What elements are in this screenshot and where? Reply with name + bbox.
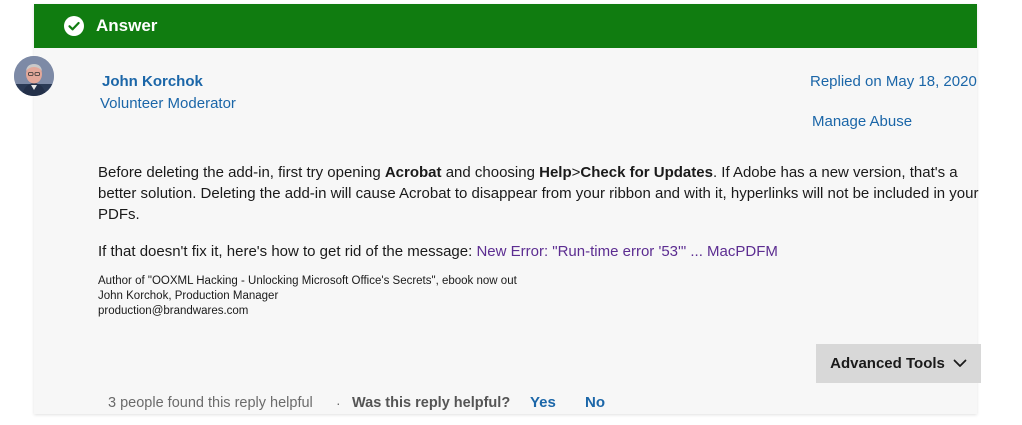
check-circle-icon [64,16,84,36]
bold-help: Help [539,164,572,181]
signature-line: John Korchok, Production Manager [98,290,279,302]
bold-check-for-updates: Check for Updates [580,164,713,181]
helpful-question: Was this reply helpful? [352,395,511,411]
manage-abuse-link[interactable]: Manage Abuse [812,113,912,130]
author-name-link[interactable]: John Korchok [102,73,203,90]
reply-paragraph-1: Before deleting the add-in, first try op… [98,162,988,225]
body-text-segment: Before deleting the add-in, first try op… [98,164,385,181]
yes-button[interactable]: Yes [530,394,556,411]
avatar[interactable] [14,56,54,96]
bold-acrobat: Acrobat [384,164,442,181]
chevron-down-icon [953,359,967,367]
helpful-count: 3 people found this reply helpful [108,395,313,411]
answer-banner: Answer [34,4,977,48]
advanced-tools-button[interactable]: Advanced Tools [816,344,981,383]
replied-date-link[interactable]: Replied on May 18, 2020 [810,73,977,90]
signature-line: Author of "OOXML Hacking - Unlocking Mic… [98,275,517,287]
no-button[interactable]: No [585,394,605,411]
body-text-segment: If that doesn't fix it, here's how to ge… [98,243,477,260]
related-thread-link[interactable]: New Error: "Run-time error '53'" ... Mac… [476,243,777,260]
signature-line: production@brandwares.com [98,305,249,317]
answer-card: Answer John Korchok Volunteer Moderator … [34,4,981,414]
answer-label: Answer [96,16,158,35]
signature: Author of "OOXML Hacking - Unlocking Mic… [98,274,517,319]
body-text-segment: and choosing [441,164,540,181]
author-role: Volunteer Moderator [100,95,236,112]
advanced-tools-label: Advanced Tools [830,355,945,372]
separator-dot: · [336,395,341,411]
reply-paragraph-2: If that doesn't fix it, here's how to ge… [98,241,778,262]
avatar-image [14,56,54,96]
